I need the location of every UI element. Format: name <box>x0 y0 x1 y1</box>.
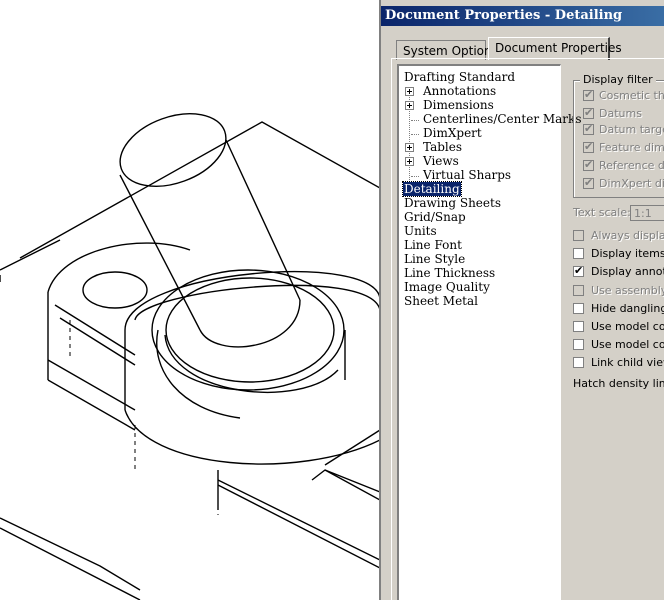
checkbox-use-model-color-2[interactable] <box>573 339 584 350</box>
expand-plus-icon[interactable] <box>405 143 414 152</box>
hidden-lines <box>69 320 219 515</box>
tree-item-line-font[interactable]: Line Font <box>404 238 462 252</box>
checkbox-datums[interactable]: ✔ <box>583 106 594 119</box>
checkbox-dimxpert-dimensions[interactable]: ✔ <box>583 176 594 189</box>
checkbox-datum-targets[interactable]: ✔ <box>583 122 594 135</box>
expand-plus-icon[interactable] <box>405 157 414 166</box>
tree-connector <box>411 176 419 177</box>
base-plate-outline <box>0 121 380 600</box>
tree-item-line-style[interactable]: Line Style <box>404 252 465 266</box>
checkbox-display-items[interactable] <box>573 248 584 259</box>
expand-plus-icon[interactable] <box>405 101 414 110</box>
tree-item-drawing-sheets[interactable]: Drawing Sheets <box>404 196 501 210</box>
tree-item-image-quality[interactable]: Image Quality <box>404 280 490 294</box>
label-always-display: Always display <box>591 229 664 242</box>
tree-item-centerlines[interactable]: Centerlines/Center Marks <box>423 112 581 126</box>
tab-document-properties-label: Document Properties <box>495 41 622 55</box>
label-reference-dimensions: Reference di <box>599 159 664 172</box>
center-hub-outline <box>124 269 380 465</box>
tree-item-units[interactable]: Units <box>404 224 437 238</box>
tree-item-dimensions[interactable]: Dimensions <box>423 98 494 112</box>
tree-item-drafting-standard[interactable]: Drafting Standard <box>404 70 515 84</box>
expand-plus-icon[interactable] <box>405 87 414 96</box>
tree-item-sheet-metal[interactable]: Sheet Metal <box>404 294 478 308</box>
checkbox-feature-dimensions[interactable]: ✔ <box>583 140 594 153</box>
tree-item-grid-snap[interactable]: Grid/Snap <box>404 210 466 224</box>
label-use-model-color-2: Use model colo <box>591 338 664 351</box>
hatch-density-label: Hatch density limit <box>573 377 664 390</box>
label-display-annotations: Display annota <box>591 265 664 278</box>
display-filter-legend: Display filter <box>580 73 656 86</box>
label-display-items: Display items o <box>591 247 664 260</box>
checkbox-use-assembly-setting[interactable] <box>573 285 584 296</box>
checkbox-reference-dimensions[interactable]: ✔ <box>583 158 594 171</box>
tree-item-virtual-sharps[interactable]: Virtual Sharps <box>423 168 511 182</box>
tab-system-options-label: System Options <box>403 44 498 58</box>
cad-drawing-canvas[interactable] <box>0 0 380 600</box>
text-scale-input[interactable]: 1:1 <box>630 205 664 221</box>
tree-item-detailing[interactable]: Detailing <box>402 181 462 197</box>
label-link-child-view: Link child view <box>591 356 664 369</box>
label-feature-dimensions: Feature dime <box>599 141 664 154</box>
label-cosmetic-threads: Cosmetic thr <box>599 89 664 102</box>
label-use-model-color-1: Use model colo <box>591 320 664 333</box>
label-dimxpert-dimensions: DimXpert dim <box>599 177 664 190</box>
checkbox-hide-dangling[interactable] <box>573 303 584 314</box>
checkbox-use-model-color-1[interactable] <box>573 321 584 332</box>
tree-connector <box>411 120 419 121</box>
label-hide-dangling: Hide dangling <box>591 302 664 315</box>
label-datums: Datums <box>599 107 642 120</box>
tree-item-line-thickness[interactable]: Line Thickness <box>404 266 495 280</box>
checkbox-display-annotations[interactable]: ✔ <box>573 264 584 277</box>
label-datum-targets: Datum target <box>599 123 664 136</box>
document-properties-dialog: Document Properties - Detailing System O… <box>379 0 664 600</box>
checkbox-always-display[interactable] <box>573 230 584 241</box>
tree-item-tables[interactable]: Tables <box>423 140 462 154</box>
left-boss-outline <box>47 242 191 431</box>
dialog-title: Document Properties - Detailing <box>385 8 623 23</box>
tree-item-dimxpert[interactable]: DimXpert <box>423 126 482 140</box>
options-tree[interactable]: Drafting Standard Annotations Dimensions… <box>397 64 581 600</box>
tab-system-options[interactable]: System Options <box>396 40 498 60</box>
tree-connector <box>411 134 419 135</box>
tree-item-views[interactable]: Views <box>423 154 459 168</box>
checkbox-cosmetic-threads[interactable]: ✔ <box>583 88 594 101</box>
checkbox-link-child-view[interactable] <box>573 357 584 368</box>
label-use-assembly-setting: Use assembly s <box>591 284 664 297</box>
dialog-titlebar[interactable]: Document Properties - Detailing <box>381 6 664 26</box>
text-scale-label: Text scale: <box>573 206 631 219</box>
cylinder-post-outline <box>119 113 301 348</box>
tab-document-properties[interactable]: Document Properties <box>488 37 622 60</box>
tree-item-annotations[interactable]: Annotations <box>423 84 496 98</box>
